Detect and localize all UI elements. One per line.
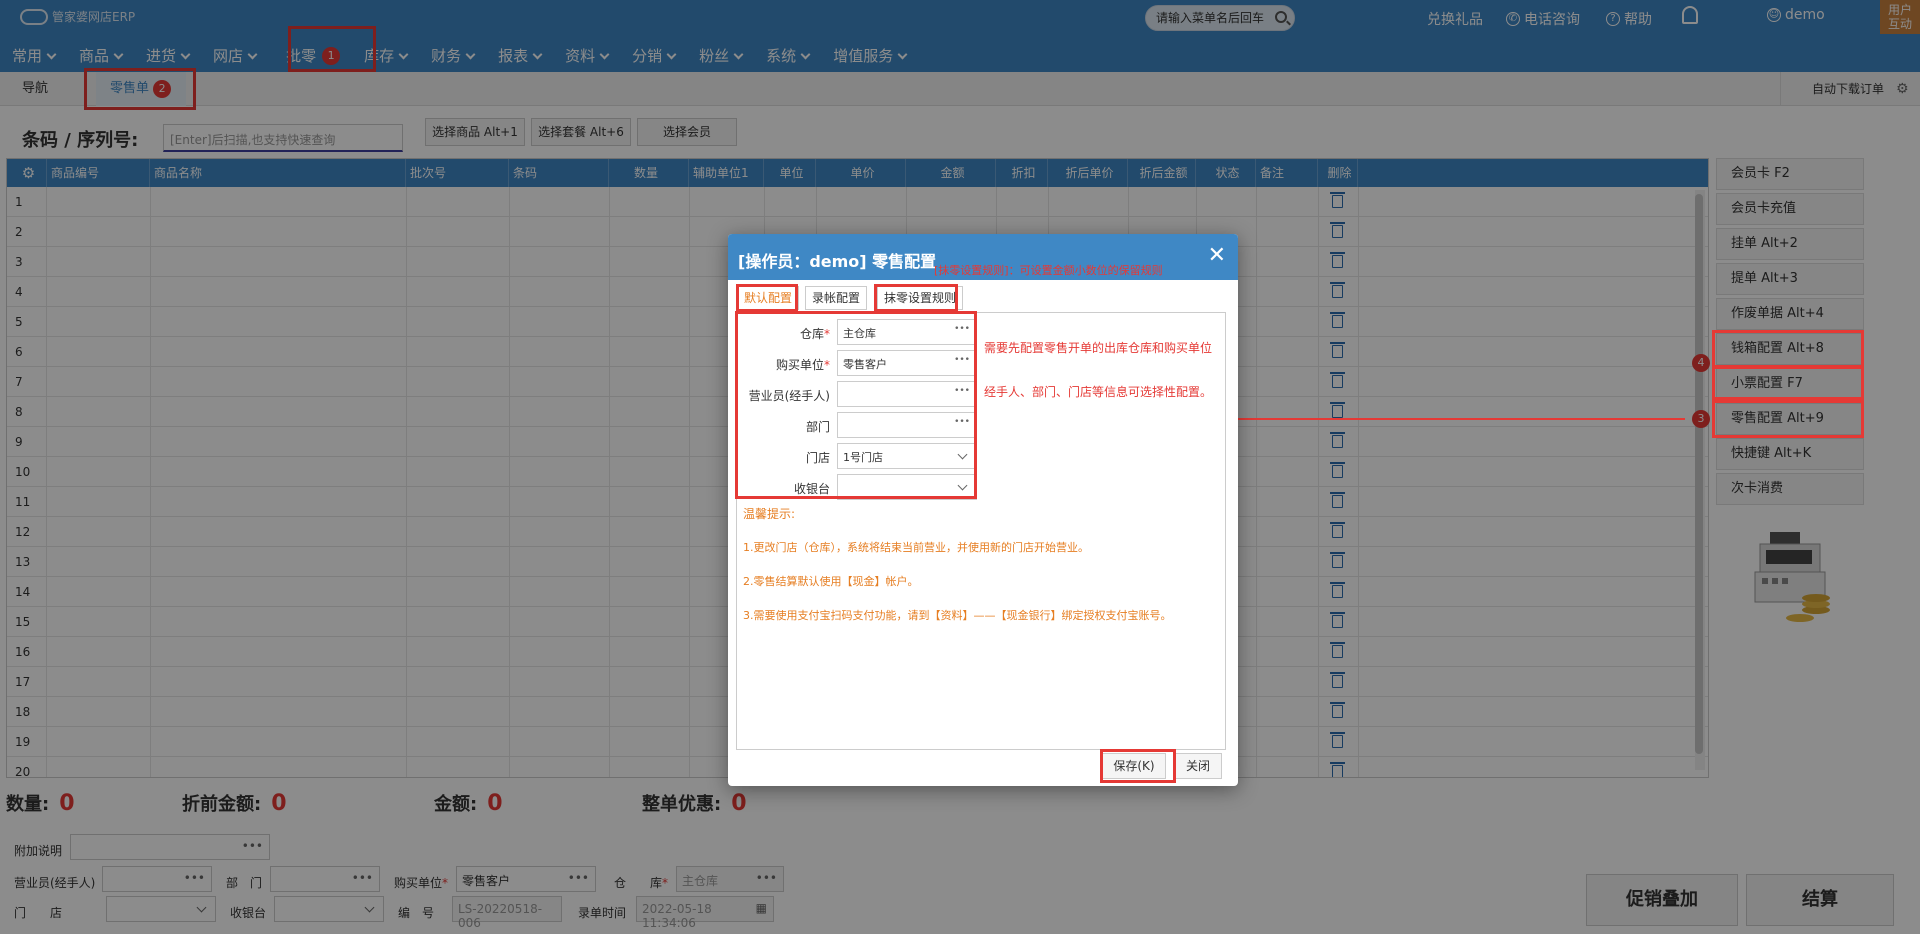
- highlight-box-default-tab: [736, 284, 798, 312]
- dialog-close-button[interactable]: 关闭: [1174, 753, 1222, 779]
- tip-1: 1.更改门店（仓库），系统将结束当前营业，并使用新的门店开始营业。: [743, 541, 1089, 554]
- highlight-box-save: [1100, 749, 1176, 783]
- tips-title: 温馨提示:: [743, 507, 796, 521]
- highlight-box-receipt-overlay: [1712, 366, 1864, 400]
- highlight-box-fields: [735, 311, 977, 499]
- tip-2: 2.零售结算默认使用【现金】帐户。: [743, 575, 919, 588]
- retail-config-dialog: [操作员：demo] 零售配置 [抹零设置规则]：可设置金额小数位的保留规则 ✕…: [728, 234, 1238, 786]
- annotation-arrow-line: [1165, 418, 1685, 420]
- tab-entry-config-label: 录帐配置: [812, 291, 861, 305]
- config-note-required: 需要先配置零售开单的出库仓库和购买单位: [984, 341, 1213, 355]
- tip-3: 3.需要使用支付宝扫码支付功能，请到【资料】——【现金银行】绑定授权支付宝账号。: [743, 609, 1172, 622]
- highlight-box-retail-config-overlay: [1712, 400, 1864, 438]
- tab-entry-config[interactable]: 录帐配置: [805, 286, 868, 310]
- dialog-overlap-note: [抹零设置规则]：可设置金额小数位的保留规则: [934, 264, 1163, 277]
- highlight-box-cashbox-overlay: [1712, 330, 1864, 368]
- dialog-title: [操作员：demo] 零售配置: [738, 252, 937, 271]
- close-icon[interactable]: ✕: [1208, 243, 1226, 268]
- close-label: 关闭: [1185, 759, 1210, 773]
- highlight-box-rounding-tab: [874, 284, 958, 312]
- config-note-optional: 经手人、部门、门店等信息可选择性配置。: [984, 385, 1213, 399]
